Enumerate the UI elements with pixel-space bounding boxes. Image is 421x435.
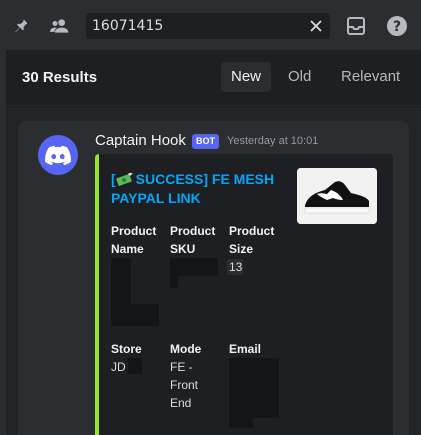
field-mode-label: Mode [170, 342, 202, 356]
pin-icon[interactable] [10, 15, 32, 37]
redacted-email [229, 358, 279, 418]
field-mode-value-2: Front [170, 378, 199, 392]
field-mode-value-1: FE - [170, 360, 193, 374]
field-product-name-label: Product [111, 224, 157, 238]
field-product-sku-label: Product [170, 224, 216, 238]
field-product-size-value: 13 [229, 260, 243, 274]
bot-badge: BOT [192, 134, 219, 149]
results-count: 30 Results [22, 69, 98, 86]
search-query: 16071415 [92, 18, 164, 34]
clear-icon[interactable] [308, 17, 324, 35]
help-icon[interactable]: ? [386, 15, 408, 37]
sneaker-thumbnail[interactable] [297, 168, 377, 224]
field-product-name-label-2: Name [111, 242, 144, 256]
message-timestamp: Yesterday at 10:01 [227, 135, 319, 147]
field-email-label: Email [229, 342, 262, 356]
message-embed: [SUCCESS] FE MESH PAYPAL LINK Product Na… [95, 154, 393, 435]
field-product-size-label-2: Size [229, 242, 254, 256]
tab-sort-old[interactable]: Old [278, 62, 321, 92]
message-author[interactable]: Captain Hook [95, 132, 186, 149]
redacted-product-sku [170, 258, 218, 276]
inbox-icon[interactable] [345, 15, 367, 37]
embed-title-text: SUCCESS] FE MESH PAYPAL LINK [111, 171, 275, 206]
results-header: 30 Results New Old Relevant [6, 50, 421, 106]
search-result-message[interactable]: Captain Hook BOT Yesterday at 10:01 [SUC… [18, 121, 409, 435]
discord-logo-icon [45, 145, 71, 165]
field-store-value: JD [111, 360, 126, 374]
field-product-size-label: Product [229, 224, 275, 238]
search-input[interactable]: 16071415 [86, 13, 330, 39]
redacted-product-sku-2 [170, 276, 178, 288]
redacted-store-suffix [128, 358, 142, 374]
field-product-sku-label-2: SKU [170, 242, 196, 256]
members-icon[interactable] [49, 15, 71, 37]
top-toolbar: 16071415 ? [0, 0, 421, 50]
field-store-label: Store [111, 342, 142, 356]
tab-sort-new[interactable]: New [221, 62, 272, 92]
avatar[interactable] [38, 135, 78, 175]
tab-sort-relevant[interactable]: Relevant [331, 62, 410, 92]
embed-title[interactable]: [SUCCESS] FE MESH PAYPAL LINK [111, 170, 291, 208]
redacted-product-name-2 [119, 304, 159, 326]
money-with-wings-icon [116, 171, 134, 187]
search-results-panel: 30 Results New Old Relevant Captain Hook… [6, 50, 421, 435]
results-list[interactable]: Captain Hook BOT Yesterday at 10:01 [SUC… [6, 107, 421, 435]
redacted-email-2 [229, 412, 253, 428]
svg-text:?: ? [393, 19, 401, 35]
field-mode-value-3: End [170, 396, 192, 410]
